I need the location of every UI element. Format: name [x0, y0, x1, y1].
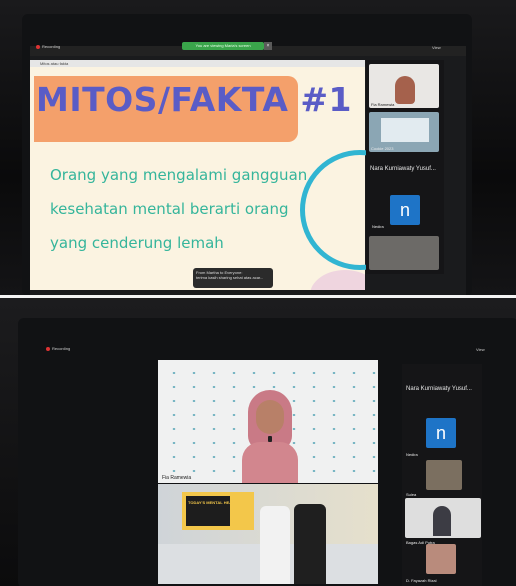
slide-line-3: yang cenderung lemah	[50, 234, 224, 252]
participant-tile[interactable]: Cookie 2023	[369, 112, 439, 152]
screen-share-banner[interactable]: You are viewing Maria's screen	[182, 42, 264, 50]
photo-top: Recording You are viewing Maria's screen…	[0, 0, 516, 295]
participant-tile[interactable]	[426, 460, 462, 490]
chat-message: terima kasih sharing sehat atas acar...	[196, 275, 264, 280]
recording-indicator[interactable]: Recording	[36, 44, 60, 49]
participant-tile[interactable]	[405, 498, 481, 538]
participant-name: Nedira	[372, 224, 384, 229]
participant-video	[395, 76, 415, 104]
torso	[242, 442, 298, 483]
slide-line-1: Orang yang mengalami gangguan	[50, 166, 308, 184]
participant-panel-2: Nara Kurniawaty Yusuf... n Nedira Sulea …	[402, 364, 482, 586]
recording-label: Recording	[42, 44, 61, 49]
participant-name: Cookie 2023	[371, 146, 394, 151]
face	[256, 400, 284, 434]
record-dot-icon	[36, 44, 40, 49]
speaker-name: Fia Ramewia	[162, 475, 192, 481]
recording-label: Recording	[52, 346, 71, 351]
participant-tile[interactable]	[369, 236, 439, 270]
speaker-person	[242, 390, 298, 483]
participant-video	[433, 506, 451, 536]
view-button[interactable]: View	[432, 45, 441, 50]
presenter-2	[294, 504, 326, 584]
presenter-1	[260, 506, 290, 584]
chat-notification[interactable]: From Martha to Everyone: terima kasih sh…	[193, 268, 273, 288]
participant-name: D. Fayazah Rizal	[406, 578, 437, 583]
participant-name: Fia Ramewia	[371, 102, 395, 107]
browser-tab[interactable]: Mitos atau fakta	[30, 60, 365, 67]
participant-name: Sulea	[406, 492, 417, 497]
participant-name[interactable]: Nara Kurniawaty Yusuf...	[406, 386, 472, 392]
view-button[interactable]: View	[476, 347, 485, 352]
event-banner: TODAY'S MENTAL HEALTH	[182, 492, 254, 530]
participant-name[interactable]: Nara Kurniawaty Yusuf...	[370, 166, 436, 172]
slide-title: MITOS/FAKTA #1	[36, 80, 352, 119]
active-speaker-video[interactable]: Fia Ramewia	[158, 360, 378, 483]
microphone	[268, 436, 272, 442]
slide-line-2: kesehatan mental berarti orang	[50, 200, 289, 218]
recording-indicator[interactable]: Recording	[46, 346, 70, 351]
participant-avatar: n	[390, 195, 420, 225]
participant-name: Nedira	[406, 452, 418, 457]
decorative-blob	[310, 270, 365, 290]
close-icon[interactable]: ×	[264, 42, 272, 50]
participant-avatar: n	[426, 418, 456, 448]
participant-panel: Fia Ramewia Cookie 2023 Nara Kurniawaty …	[366, 60, 444, 274]
banner-title: TODAY'S MENTAL HEALTH	[188, 500, 240, 505]
stage-video[interactable]: TODAY'S MENTAL HEALTH	[158, 484, 378, 584]
participant-tile[interactable]: Fia Ramewia	[369, 64, 439, 108]
record-dot-icon	[46, 346, 50, 351]
participant-video	[381, 118, 429, 142]
participant-tile[interactable]	[426, 544, 456, 574]
